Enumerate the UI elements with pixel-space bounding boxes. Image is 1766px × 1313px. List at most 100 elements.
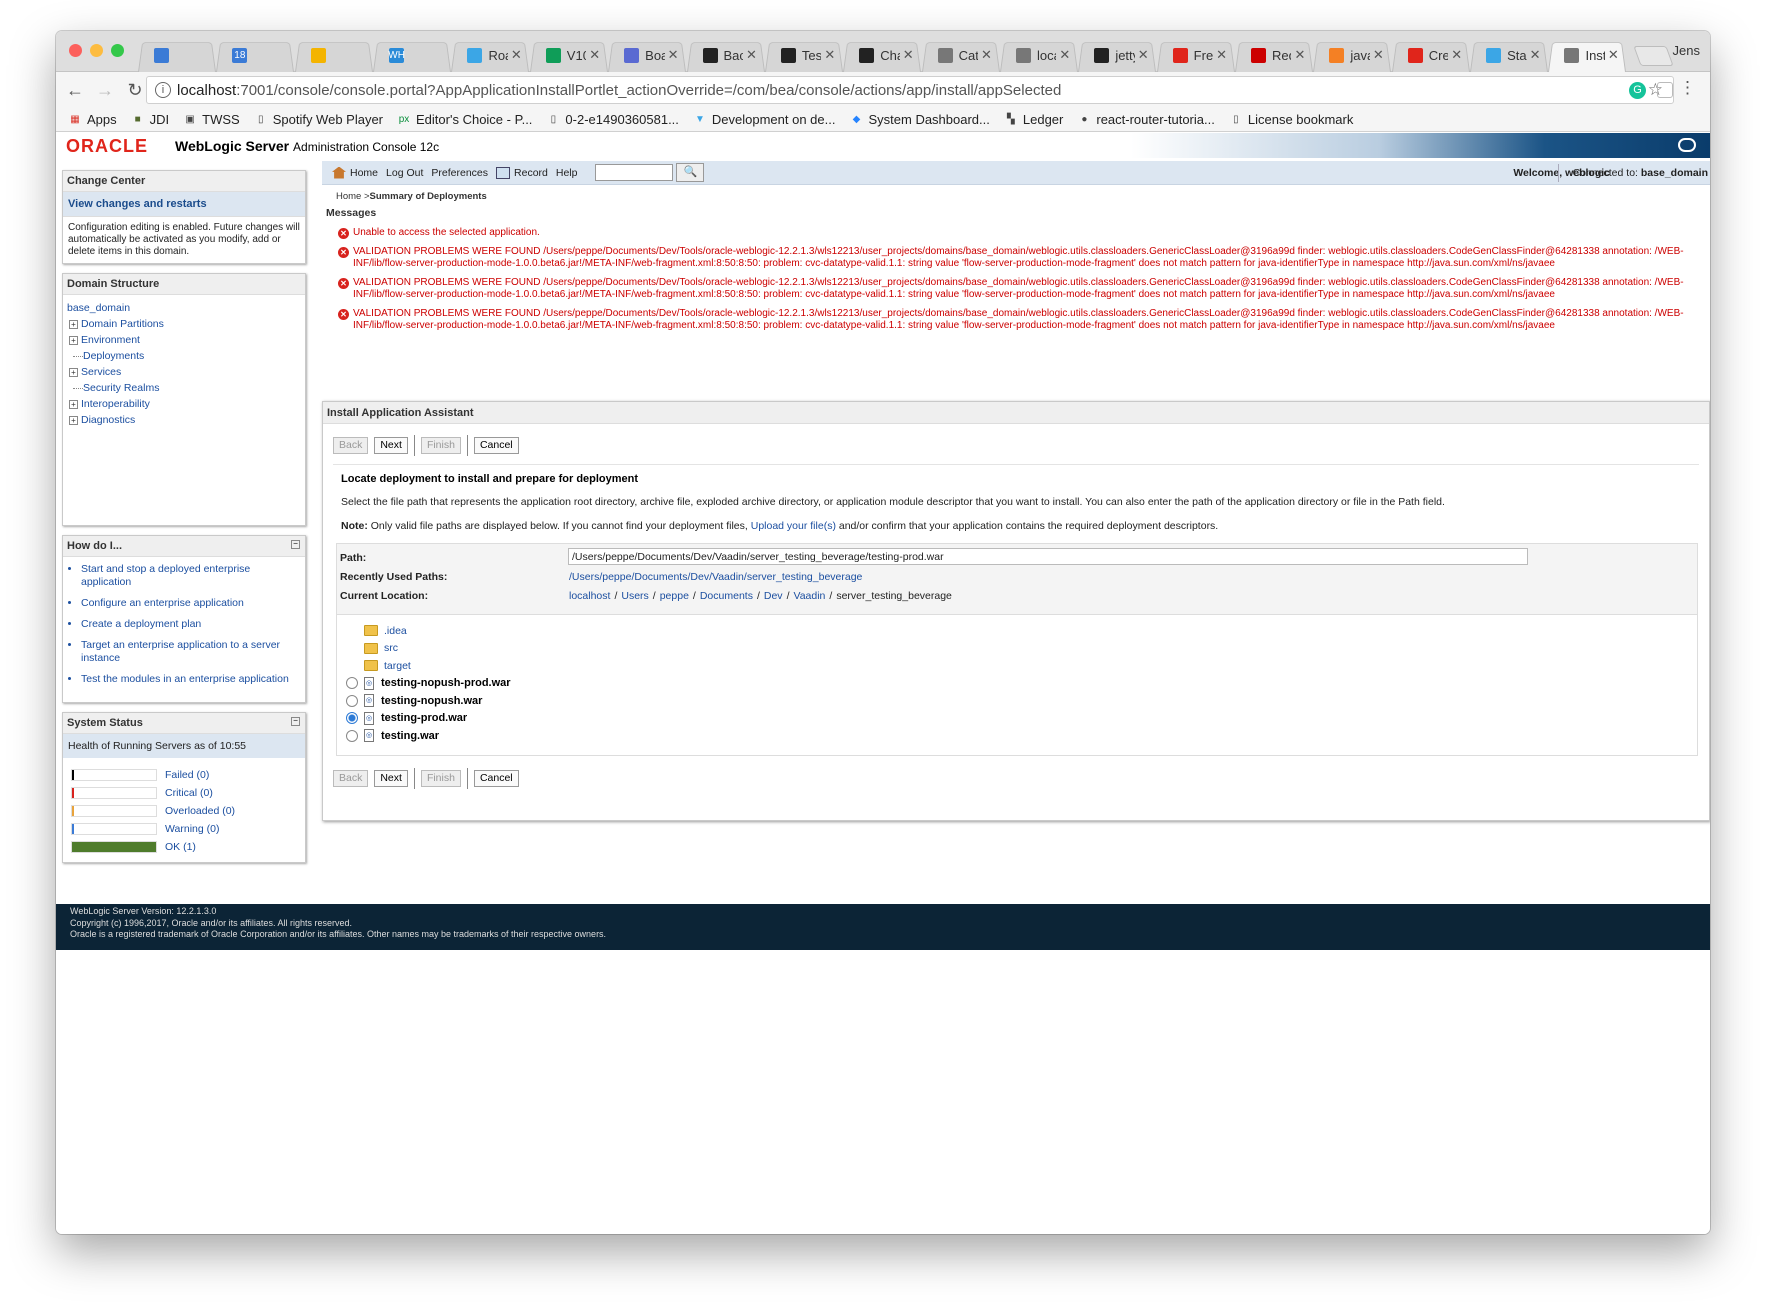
tree-item[interactable]: + Services [67,364,301,380]
maximize-window-button[interactable] [111,44,124,57]
browser-tab[interactable]: localh✕ [996,38,1082,72]
browser-tab[interactable]: Creati✕ [1388,38,1474,72]
browser-tab[interactable]: Install✕ [1544,38,1630,72]
health-link[interactable]: Critical (0) [165,787,213,799]
how-do-i-link[interactable]: Test the modules in an enterprise applic… [81,673,300,686]
expand-icon[interactable]: + [69,335,78,345]
folder-item[interactable]: .idea [364,622,407,639]
view-changes-link[interactable]: View changes and restarts [63,192,305,217]
folder-link[interactable]: target [384,660,411,672]
how-do-i-link[interactable]: Start and stop a deployed enterprise app… [81,563,300,589]
tab-close-icon[interactable]: ✕ [511,47,522,63]
health-link[interactable]: OK (1) [165,841,196,853]
back-button[interactable]: Back [333,437,369,454]
bookmark-item[interactable]: ▦ Apps [68,112,116,127]
tab-close-icon[interactable]: ✕ [824,47,835,63]
path-input[interactable]: /Users/peppe/Documents/Dev/Vaadin/server… [568,548,1528,565]
bookmark-item[interactable]: ◆ System Dashboard... [849,112,990,127]
close-window-button[interactable] [69,44,82,57]
reload-icon[interactable]: ↻ [124,80,146,101]
location-link[interactable]: Dev [764,590,783,602]
breadcrumb-current[interactable]: Summary of Deployments [370,191,487,202]
bookmark-item[interactable]: ■ JDI [131,112,170,127]
tree-item[interactable]: Security Realms [67,380,301,396]
recent-path-link[interactable]: /Users/peppe/Documents/Dev/Vaadin/server… [569,571,862,583]
tab-close-icon[interactable]: ✕ [1608,47,1619,63]
expand-icon[interactable]: + [69,415,78,425]
how-do-i-link[interactable]: Configure an enterprise application [81,597,300,610]
how-do-i-link[interactable]: Target an enterprise application to a se… [81,639,300,665]
browser-tab[interactable]: Starte✕ [1466,38,1552,72]
expand-icon[interactable]: + [69,319,78,329]
tab-close-icon[interactable]: ✕ [1138,47,1149,63]
tab-close-icon[interactable]: ✕ [1530,47,1541,63]
new-tab-button[interactable] [1633,46,1674,66]
health-link[interactable]: Warning (0) [165,823,219,835]
bookmark-item[interactable]: ▚ Ledger [1004,112,1063,127]
location-link[interactable]: Vaadin [793,590,825,602]
health-link[interactable]: Failed (0) [165,769,209,781]
search-icon[interactable]: 🔍 [676,163,705,182]
browser-tab[interactable]: WH [369,38,455,72]
how-do-i-link[interactable]: Create a deployment plan [81,618,300,631]
tab-close-icon[interactable]: ✕ [589,47,600,63]
browser-tab[interactable]: Backg✕ [683,38,769,72]
file-radio[interactable] [346,712,358,724]
record-icon[interactable] [496,166,511,179]
address-bar[interactable]: i localhost :7001/console/console.portal… [146,76,1674,104]
tab-close-icon[interactable]: ✕ [981,47,992,63]
browser-tab[interactable]: Board✕ [604,38,690,72]
tree-item[interactable]: + Diagnostics [67,412,301,428]
collapse-icon[interactable]: − [291,540,300,549]
tab-close-icon[interactable]: ✕ [1059,47,1070,63]
folder-item[interactable]: target [364,657,411,674]
finish-button[interactable]: Finish [420,437,461,454]
back-arrow-icon[interactable]: ← [64,80,86,101]
minimize-window-button[interactable] [90,44,103,57]
grammarly-extension-icon[interactable]: G [1629,82,1646,99]
tab-close-icon[interactable]: ✕ [1294,47,1305,63]
finish-button[interactable]: Finish [420,770,461,787]
browser-tab[interactable]: jetty:r✕ [1074,38,1160,72]
browser-tab[interactable]: Roadr✕ [447,38,533,72]
tab-close-icon[interactable]: ✕ [903,47,914,63]
folder-link[interactable]: src [384,642,398,654]
expand-icon[interactable]: + [69,367,78,377]
tab-close-icon[interactable]: ✕ [668,47,679,63]
location-link[interactable]: peppe [660,590,689,602]
tab-close-icon[interactable]: ✕ [1373,47,1384,63]
preferences-link[interactable]: Preferences [431,167,488,179]
browser-tab[interactable]: Categ✕ [918,38,1004,72]
help-link[interactable]: Help [556,167,578,179]
bookmark-item[interactable]: ▯ 0-2-e1490360581... [546,112,679,127]
bookmark-item[interactable]: ▯ Spotify Web Player [254,112,383,127]
collapse-icon[interactable]: − [291,717,300,726]
health-link[interactable]: Overloaded (0) [165,805,235,817]
browser-tab[interactable]: Red H✕ [1231,38,1317,72]
extension-icon[interactable] [1657,82,1673,98]
tree-item[interactable]: + Interoperability [67,396,301,412]
back-button[interactable]: Back [333,770,369,787]
tree-item[interactable]: + Domain Partitions [67,316,301,332]
logout-link[interactable]: Log Out [386,167,423,179]
location-link[interactable]: localhost [569,590,610,602]
bookmark-item[interactable]: ▯ License bookmark [1229,112,1353,127]
info-icon[interactable]: i [155,82,171,98]
breadcrumb-home[interactable]: Home > [336,191,370,202]
browser-tab[interactable] [291,38,377,72]
tab-close-icon[interactable]: ✕ [1216,47,1227,63]
file-radio[interactable] [346,677,358,689]
file-radio[interactable] [346,694,358,707]
cancel-button[interactable]: Cancel [473,770,519,787]
bookmark-item[interactable]: ▼ Development on de... [693,112,836,127]
bookmark-item[interactable]: ● react-router-tutoria... [1077,112,1215,127]
home-link[interactable]: Home [350,167,378,179]
tab-close-icon[interactable]: ✕ [1451,47,1462,63]
bookmark-item[interactable]: px Editor's Choice - P... [397,112,533,127]
browser-menu-icon[interactable]: ⋮ [1679,78,1696,98]
cancel-button[interactable]: Cancel [473,437,519,454]
browser-tab[interactable]: Free C✕ [1153,38,1239,72]
location-link[interactable]: Users [621,590,648,602]
upload-files-link[interactable]: Upload your file(s) [751,520,836,532]
console-search-input[interactable] [595,164,674,181]
